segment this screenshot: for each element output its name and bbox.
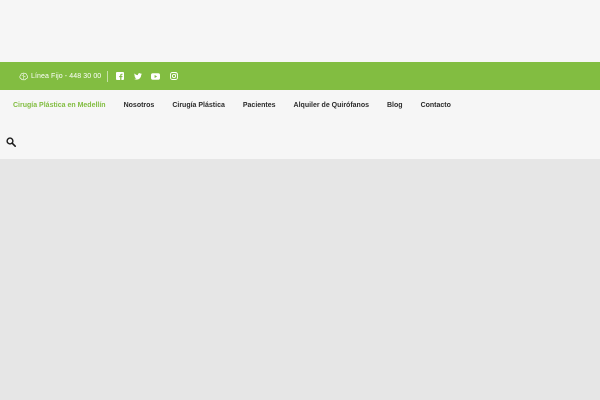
youtube-icon[interactable] — [151, 72, 161, 81]
nav-item-nosotros[interactable]: Nosotros — [124, 102, 155, 109]
main-nav: Cirugía Plástica en Medellín Nosotros Ci… — [13, 102, 469, 109]
nav-item-contacto[interactable]: Contacto — [421, 102, 451, 109]
topbar-divider — [107, 70, 109, 82]
phone-text: Línea Fijo - 448 30 00 — [31, 72, 102, 80]
facebook-icon[interactable] — [115, 72, 124, 81]
content-placeholder — [0, 159, 600, 400]
search-icon[interactable] — [6, 137, 16, 147]
nav-item-pacientes[interactable]: Pacientes — [243, 102, 276, 109]
nav-item-alquiler-quirofanos[interactable]: Alquiler de Quirófanos — [294, 102, 369, 109]
instagram-icon[interactable] — [169, 72, 178, 81]
header-nav-area: Cirugía Plástica en Medellín Nosotros Ci… — [0, 90, 600, 159]
top-bar: Línea Fijo - 448 30 00 — [0, 62, 600, 90]
twitter-icon[interactable] — [133, 72, 142, 81]
social-links — [115, 72, 187, 81]
nav-item-cirugia-plastica[interactable]: Cirugía Plástica — [172, 102, 225, 109]
nav-item-blog[interactable]: Blog — [387, 102, 403, 109]
top-blank-area — [0, 0, 600, 62]
phone-contact[interactable]: Línea Fijo - 448 30 00 — [19, 72, 101, 81]
brain-icon — [19, 72, 28, 81]
nav-item-home[interactable]: Cirugía Plástica en Medellín — [13, 102, 106, 109]
